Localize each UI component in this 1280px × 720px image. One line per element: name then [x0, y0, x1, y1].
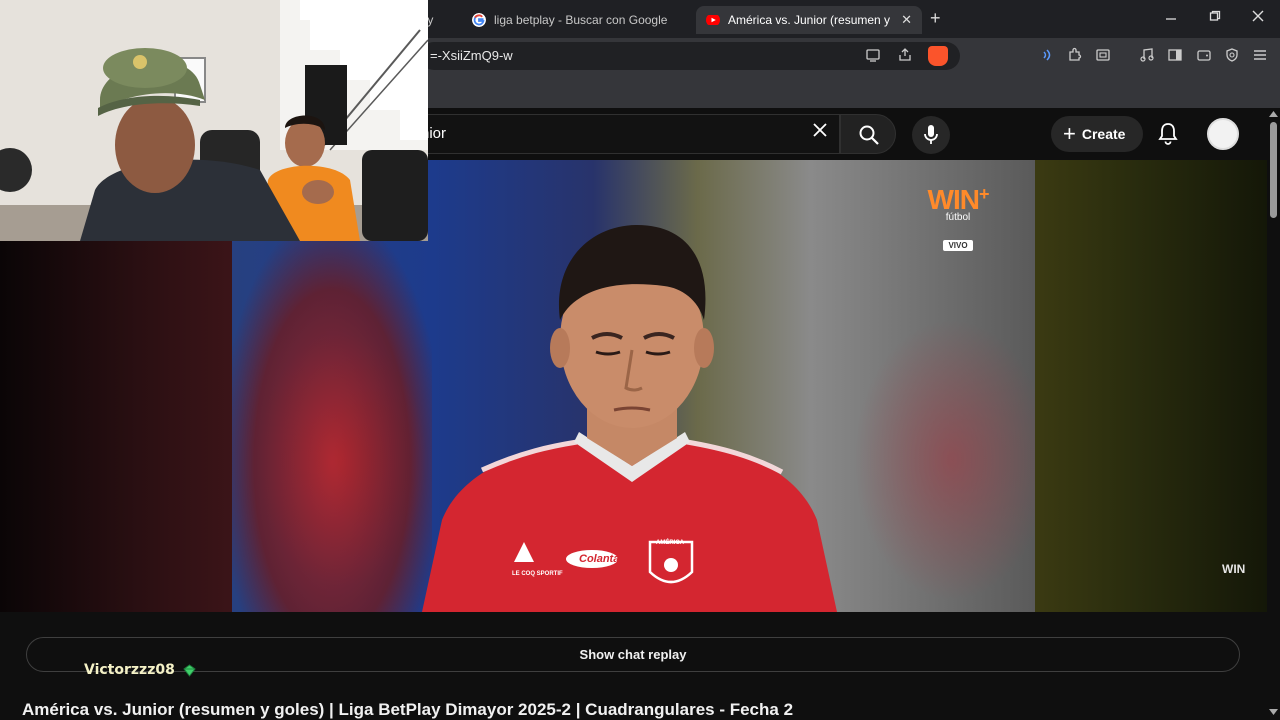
media-controls-icon[interactable]	[1138, 47, 1156, 65]
webcam-image	[0, 0, 428, 241]
jersey-brand-text: LE COQ SPORTIF	[512, 571, 563, 577]
gem-icon	[183, 664, 196, 677]
streamer-webcam-overlay	[0, 0, 428, 241]
sidebar-icon[interactable]	[1166, 47, 1184, 65]
close-window-icon[interactable]	[1252, 9, 1264, 25]
broadcaster-watermark: WIN	[1222, 562, 1246, 576]
new-tab-button[interactable]: +	[930, 8, 941, 29]
broadcaster-logo: WIN+ fútbol VIVO	[918, 184, 998, 255]
streamer-username: Victorzzz08	[84, 662, 175, 678]
show-chat-replay-button[interactable]: Show chat replay	[26, 637, 1240, 672]
clear-search-icon[interactable]	[812, 122, 828, 142]
url-text: =-XsiiZmQ9-w	[430, 48, 513, 63]
share-icon[interactable]	[896, 47, 914, 65]
menu-icon[interactable]	[1251, 47, 1269, 65]
live-badge: VIVO	[943, 240, 973, 251]
footballer-image	[422, 225, 837, 612]
wallet-icon[interactable]	[1195, 47, 1213, 65]
minimize-icon[interactable]	[1165, 9, 1177, 25]
tab-label: liga betplay - Buscar con Google	[494, 13, 668, 27]
plus-icon: +	[1063, 121, 1076, 146]
audio-playing-icon[interactable]	[1038, 47, 1056, 65]
brave-shield-icon[interactable]	[928, 46, 948, 66]
voice-search-button[interactable]	[912, 116, 950, 154]
search-icon	[859, 125, 879, 145]
youtube-icon	[706, 15, 720, 25]
screen: boy liga betplay - Buscar con Google Amé…	[0, 0, 1280, 720]
ambient-glow-right	[1035, 160, 1267, 612]
broadcaster-logo-text: WIN	[927, 184, 980, 215]
video-title: América vs. Junior (resumen y goles) | L…	[22, 700, 794, 719]
extensions-icon[interactable]	[1066, 47, 1084, 65]
microphone-icon	[924, 125, 938, 144]
cast-icon[interactable]	[864, 47, 882, 65]
tab-youtube-video[interactable]: América vs. Junior (resumen y go ✕	[696, 6, 922, 34]
broadcaster-logo-plus: +	[978, 184, 989, 204]
google-icon	[472, 13, 486, 27]
scroll-down-icon[interactable]	[1269, 708, 1278, 717]
tab-google-search[interactable]: liga betplay - Buscar con Google	[462, 6, 692, 34]
vpn-shield-icon[interactable]	[1223, 47, 1241, 65]
jersey-badge-text: AMÉRICA	[656, 540, 684, 546]
scroll-up-icon[interactable]	[1269, 110, 1278, 119]
create-label: Create	[1081, 126, 1126, 142]
close-tab-icon[interactable]: ✕	[901, 12, 912, 28]
tab-label: América vs. Junior (resumen y go	[728, 13, 892, 27]
restore-icon[interactable]	[1209, 9, 1221, 25]
jersey-sponsor-text: Colanta	[579, 553, 620, 565]
search-input[interactable]: nior	[400, 114, 840, 154]
notifications-bell-icon[interactable]	[1157, 122, 1179, 146]
create-button[interactable]: + Create	[1051, 116, 1143, 152]
scrollbar-thumb[interactable]	[1270, 122, 1277, 218]
search-button[interactable]	[840, 114, 896, 154]
account-avatar[interactable]	[1207, 118, 1239, 150]
reading-list-icon[interactable]	[1094, 47, 1112, 65]
